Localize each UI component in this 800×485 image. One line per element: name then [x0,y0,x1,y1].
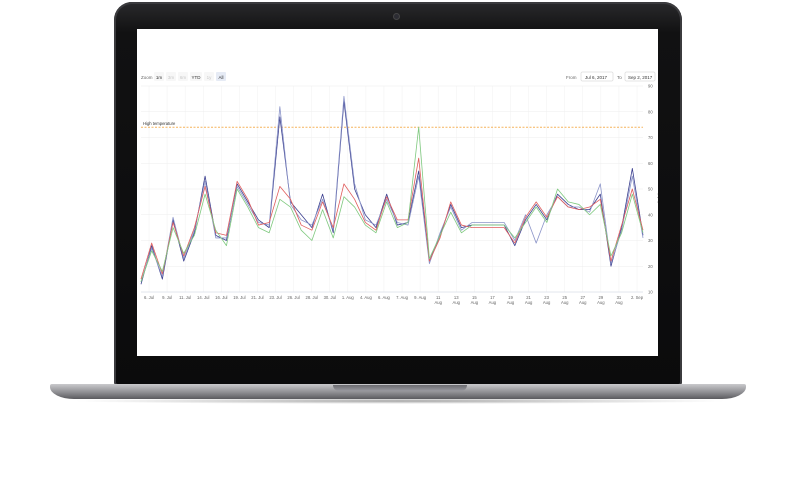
x-tick-label-line2: Aug [615,300,623,305]
x-tick-label-line2: Aug [453,300,461,305]
x-tick-label: 30. Jul [324,295,336,300]
x-tick-label-line2: Aug [579,300,587,305]
zoom-button-label: 3m [168,75,175,80]
x-tick-label-line2: Aug [525,300,533,305]
y-tick-label: 40 [648,212,653,217]
x-tick-label-line2: Aug [434,300,442,305]
x-tick-label: 4. Aug [360,295,373,300]
x-tick-label: 6. Aug [378,295,391,300]
high-temperature-plot-line: High temperature [141,121,643,128]
zoom-button-label: All [218,75,223,80]
x-tick-label: 6. Jul [144,295,154,300]
camera-icon [393,13,400,20]
x-tick-label: 9. Aug [414,295,427,300]
x-tick-label: 9. Jul [162,295,172,300]
chart-grid [141,85,643,293]
x-tick-label: 11. Jul [179,295,191,300]
x-tick-label: 2. Sep [631,295,644,300]
y-tick-label: 90 [648,84,653,89]
x-tick-label: 23. Jul [269,295,281,300]
x-tick-label: 1. Aug [342,295,355,300]
from-date-input[interactable]: Jul 6, 2017 [585,75,608,80]
series-line-1 [140,101,644,285]
x-tick-label-line2: Aug [471,300,479,305]
range-selector: Zoom 1m 3m 6m YTD 1y All From Jul 6, 2017 To … [141,71,656,82]
y-tick-label: 60 [648,161,653,166]
y-tick-label: 10 [648,290,653,295]
chart-series [140,95,644,285]
zoom-button-label: 1y [207,75,213,80]
x-tick-label: 26. Jul [287,295,299,300]
from-label: From [566,75,577,80]
x-tick-label: 7. Aug [396,295,409,300]
x-tick-label-line2: Aug [489,300,497,305]
y-tick-label: 20 [648,264,653,269]
y-tick-label: 80 [648,109,653,114]
to-date-input[interactable]: Sep 2, 2017 [628,75,653,80]
y-axis-title: Pressure (hpa) [657,175,658,203]
x-tick-label-line2: Aug [561,300,569,305]
zoom-button-label: YTD [192,75,202,80]
zoom-buttons: 1m 3m 6m YTD 1y All [154,72,226,81]
zoom-button-label: 6m [180,75,187,80]
x-tick-label: 14. Jul [197,295,209,300]
x-tick-label-line2: Aug [543,300,551,305]
x-tick-label: 16. Jul [215,295,227,300]
y-tick-label: 50 [648,187,653,192]
laptop-screen: Zoom 1m 3m 6m YTD 1y All From Jul 6, 2017 To … [137,29,658,356]
laptop-notch [333,385,467,391]
series-line-3 [140,157,644,280]
x-tick-label: 19. Jul [233,295,245,300]
y-tick-label: 70 [648,135,653,140]
x-tick-label: 28. Jul [305,295,317,300]
x-tick-label-line2: Aug [597,300,605,305]
x-axis: 6. Jul 9. Jul 11. Jul 14. Jul 16. Jul 19. Jul… [141,291,644,305]
stock-chart: Zoom 1m 3m 6m YTD 1y All From Jul 6, 2017 To … [140,71,658,305]
x-tick-label-line2: Aug [507,300,515,305]
zoom-label: Zoom [141,75,153,80]
zoom-button-label: 1m [156,75,163,80]
y-tick-label: 30 [648,238,653,243]
to-label: To [617,75,622,80]
y-axis: 10 20 30 40 50 60 70 80 90 Pressure (hpa) [648,84,658,295]
laptop-mockup: Zoom 1m 3m 6m YTD 1y All From Jul 6, 2017 To … [0,0,800,485]
x-tick-label: 21. Jul [251,295,263,300]
plot-line-label: High temperature [143,121,176,126]
